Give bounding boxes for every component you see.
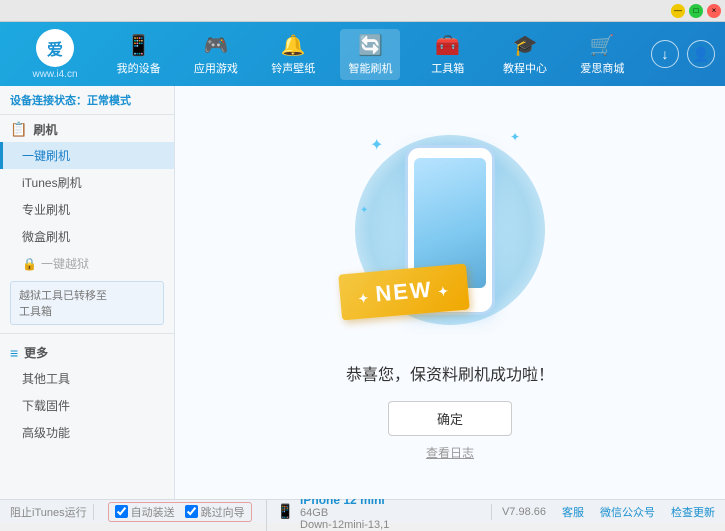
device-icon: 📱 [277,503,294,520]
sidebar-item-itunes-flash[interactable]: iTunes刷机 [0,169,174,196]
checkbox-group: 自动装送 跳过向导 [108,502,252,522]
device-storage: 64GB [300,507,389,519]
sidebar-item-jailbreak-disabled: 🔒 一键越狱 [0,250,174,277]
tutorials-icon: 🎓 [513,33,538,58]
sparkle-icon-2: ✦ [510,130,520,144]
user-button[interactable]: 👤 [687,40,715,68]
wechat-link[interactable]: 微信公众号 [600,504,655,520]
sparkle-icon-3: ✦ [360,205,368,216]
nav-toolbox-label: 工具箱 [431,60,464,76]
flash-section-icon: 📋 [10,121,27,138]
nav-mall[interactable]: 🛒 爱思商城 [572,29,632,80]
content-area: ✦ ✦ ✦ NEW 恭喜您，保资料刷机成功啦！ 确定 查看日志 [175,86,725,499]
sidebar-item-download-firmware[interactable]: 下载固件 [0,392,174,419]
title-bar: — □ × [0,0,725,22]
my-device-icon: 📱 [126,33,151,58]
header: 爱 www.i4.cn 📱 我的设备 🎮 应用游戏 🔔 铃声壁纸 🔄 智能刷机 … [0,22,725,86]
success-message: 恭喜您，保资料刷机成功啦！ [346,361,554,385]
sidebar-item-downgrade-flash[interactable]: 微盒刷机 [0,223,174,250]
mall-icon: 🛒 [590,33,615,58]
nav-mall-label: 爱思商城 [580,60,624,76]
sidebar-item-pro-flash[interactable]: 专业刷机 [0,196,174,223]
auto-launch-checkbox[interactable]: 自动装送 [115,504,175,520]
sidebar-notice: 越狱工具已转移至工具箱 [10,281,164,325]
footer-right: V7.98.66 客服 微信公众号 检查更新 [491,504,715,520]
download-button[interactable]: ↓ [651,40,679,68]
nav-ringtone-label: 铃声壁纸 [271,60,315,76]
view-log-link[interactable]: 查看日志 [426,444,474,461]
nav-items: 📱 我的设备 🎮 应用游戏 🔔 铃声壁纸 🔄 智能刷机 🧰 工具箱 🎓 教程中心… [100,29,641,80]
smart-flash-icon: 🔄 [358,33,383,58]
sidebar: 设备连接状态：正常模式 📋 刷机 一键刷机 iTunes刷机 专业刷机 微盒刷机… [0,86,175,499]
nav-smart-flash[interactable]: 🔄 智能刷机 [340,29,400,80]
nav-apps[interactable]: 🎮 应用游戏 [186,29,246,80]
nav-toolbox[interactable]: 🧰 工具箱 [418,29,478,80]
version-label: V7.98.66 [502,506,546,518]
logo-area: 爱 www.i4.cn [10,29,100,80]
nav-my-device-label: 我的设备 [117,60,161,76]
minimize-button[interactable]: — [671,4,685,18]
logo-text: www.i4.cn [32,69,77,80]
nav-right: ↓ 👤 [651,40,715,68]
itunes-status: 阻止iTunes运行 [10,504,94,520]
more-section-icon: ≡ [10,345,18,361]
sparkle-icon-1: ✦ [370,135,383,155]
nav-my-device[interactable]: 📱 我的设备 [109,29,169,80]
sidebar-item-other-tools[interactable]: 其他工具 [0,365,174,392]
ringtone-icon: 🔔 [281,33,306,58]
main-container: 设备连接状态：正常模式 📋 刷机 一键刷机 iTunes刷机 专业刷机 微盒刷机… [0,86,725,499]
sidebar-divider [0,333,174,334]
check-update-link[interactable]: 检查更新 [671,504,715,520]
nav-apps-label: 应用游戏 [194,60,238,76]
close-button[interactable]: × [707,4,721,18]
auto-launch-input[interactable] [115,505,128,518]
nav-tutorials[interactable]: 🎓 教程中心 [495,29,555,80]
nav-tutorials-label: 教程中心 [503,60,547,76]
maximize-button[interactable]: □ [689,4,703,18]
sidebar-item-one-key-flash[interactable]: 一键刷机 [0,142,174,169]
footer: 阻止iTunes运行 自动装送 跳过向导 📱 iPhone 12 mini 64… [0,499,725,523]
confirm-button[interactable]: 确定 [388,401,512,436]
wizard-checkbox[interactable]: 跳过向导 [185,504,245,520]
section-flash-title: 📋 刷机 [0,115,174,142]
connection-status: 设备连接状态：正常模式 [0,86,174,115]
lock-icon: 🔒 [22,257,37,271]
section-more-title: ≡ 更多 [0,338,174,365]
apps-icon: 🎮 [203,33,228,58]
logo-icon: 爱 [36,29,74,67]
illustration: ✦ ✦ ✦ NEW [350,125,550,345]
nav-ringtone[interactable]: 🔔 铃声壁纸 [263,29,323,80]
toolbox-icon: 🧰 [435,33,460,58]
service-link[interactable]: 客服 [562,504,584,520]
wizard-input[interactable] [185,505,198,518]
nav-smart-flash-label: 智能刷机 [348,60,392,76]
sidebar-item-advanced[interactable]: 高级功能 [0,419,174,446]
device-firmware: Down-12mini-13,1 [300,519,389,531]
